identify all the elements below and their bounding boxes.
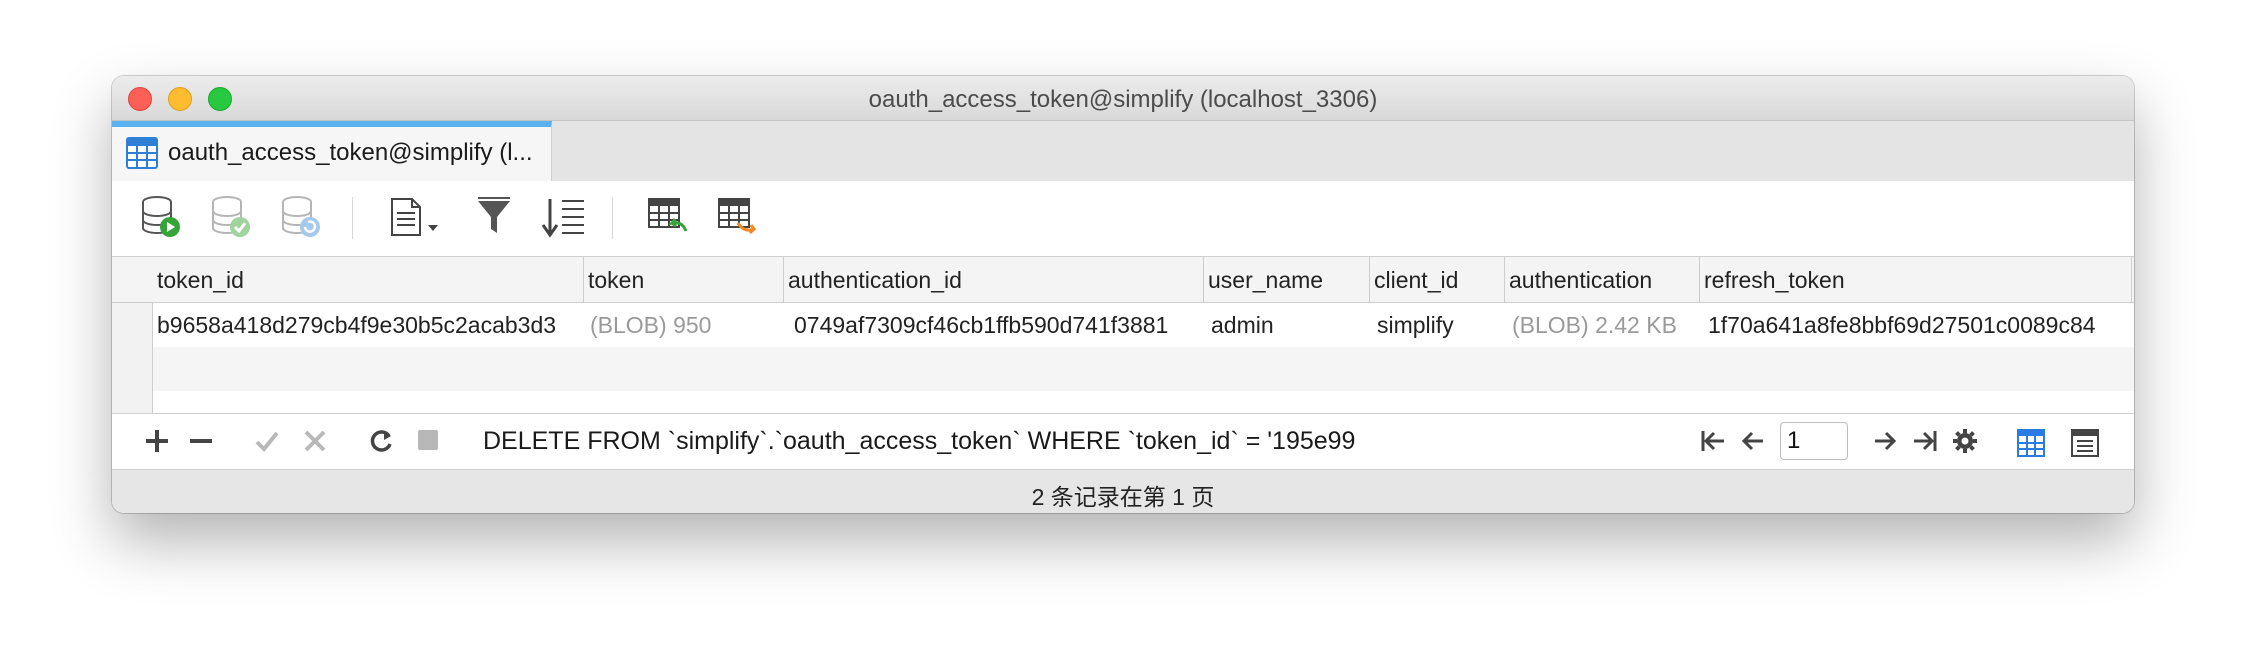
cell-authentication[interactable]: (BLOB) 2.42 KB xyxy=(1508,303,1698,347)
record-navigation-bar: DELETE FROM `simplify`.`oauth_access_tok… xyxy=(112,413,2134,469)
tab-label: oauth_access_token@simplify (l... xyxy=(168,139,533,166)
toolbar-separator xyxy=(352,197,353,239)
add-record-icon[interactable] xyxy=(144,428,170,454)
cell-token[interactable]: (BLOB) 950 xyxy=(586,303,782,347)
db-refresh-icon[interactable] xyxy=(280,195,322,239)
stop-icon[interactable] xyxy=(416,428,440,452)
sql-preview: DELETE FROM `simplify`.`oauth_access_tok… xyxy=(483,427,1356,455)
refresh-icon[interactable] xyxy=(368,428,394,454)
first-page-icon[interactable] xyxy=(1700,428,1726,454)
document-menu-icon[interactable] xyxy=(388,195,444,239)
column-header-authentication-id[interactable]: authentication_id xyxy=(784,257,1204,303)
status-bar: 2 条记录在第 1 页 xyxy=(112,469,2134,513)
table-icon xyxy=(126,137,158,169)
discard-changes-icon[interactable] xyxy=(302,428,328,454)
data-grid: token_id token authentication_id user_na… xyxy=(112,257,2134,413)
export-table-icon[interactable] xyxy=(716,195,760,239)
tab-oauth-access-token[interactable]: oauth_access_token@simplify (l... xyxy=(112,121,552,181)
db-apply-icon[interactable] xyxy=(210,195,252,239)
empty-row xyxy=(153,347,2134,391)
cell-user-name[interactable]: admin xyxy=(1207,303,1367,347)
toolbar-separator xyxy=(612,197,613,239)
grid-view-icon[interactable] xyxy=(2016,428,2046,458)
previous-page-icon[interactable] xyxy=(1740,428,1766,454)
import-table-icon[interactable] xyxy=(646,195,690,239)
column-header-authentication[interactable]: authentication xyxy=(1505,257,1700,303)
last-page-icon[interactable] xyxy=(1912,428,1938,454)
column-header-user-name[interactable]: user_name xyxy=(1204,257,1370,303)
title-bar: oauth_access_token@simplify (localhost_3… xyxy=(112,76,2134,121)
apply-changes-icon[interactable] xyxy=(254,428,280,454)
app-window: oauth_access_token@simplify (localhost_3… xyxy=(112,76,2134,513)
page-number-input[interactable] xyxy=(1780,422,1848,460)
grid-header-row: token_id token authentication_id user_na… xyxy=(112,257,2134,303)
cell-token-id[interactable]: b9658a418d279cb4f9e30b5c2acab3d3 xyxy=(153,303,580,347)
form-view-icon[interactable] xyxy=(2070,428,2100,458)
cell-authentication-id[interactable]: 0749af7309cf46cb1ffb590d741f3881 xyxy=(790,303,1202,347)
column-header-client-id[interactable]: client_id xyxy=(1370,257,1505,303)
filter-icon[interactable] xyxy=(474,195,514,239)
next-page-icon[interactable] xyxy=(1872,428,1898,454)
db-run-icon[interactable] xyxy=(140,195,182,239)
cell-refresh-token[interactable]: 1f70a641a8fe8bbf69d27501c0089c84 xyxy=(1704,303,2132,347)
column-header-refresh-token[interactable]: refresh_token xyxy=(1700,257,2132,303)
gear-icon[interactable] xyxy=(1952,428,1978,454)
record-count-status: 2 条记录在第 1 页 xyxy=(1031,484,1215,510)
column-header-token-id[interactable]: token_id xyxy=(153,257,584,303)
window-title: oauth_access_token@simplify (localhost_3… xyxy=(868,86,1378,113)
toolbar xyxy=(112,181,2134,257)
column-header-token[interactable]: token xyxy=(584,257,784,303)
delete-record-icon[interactable] xyxy=(188,428,214,454)
cell-client-id[interactable]: simplify xyxy=(1373,303,1503,347)
sort-icon[interactable] xyxy=(540,195,588,239)
